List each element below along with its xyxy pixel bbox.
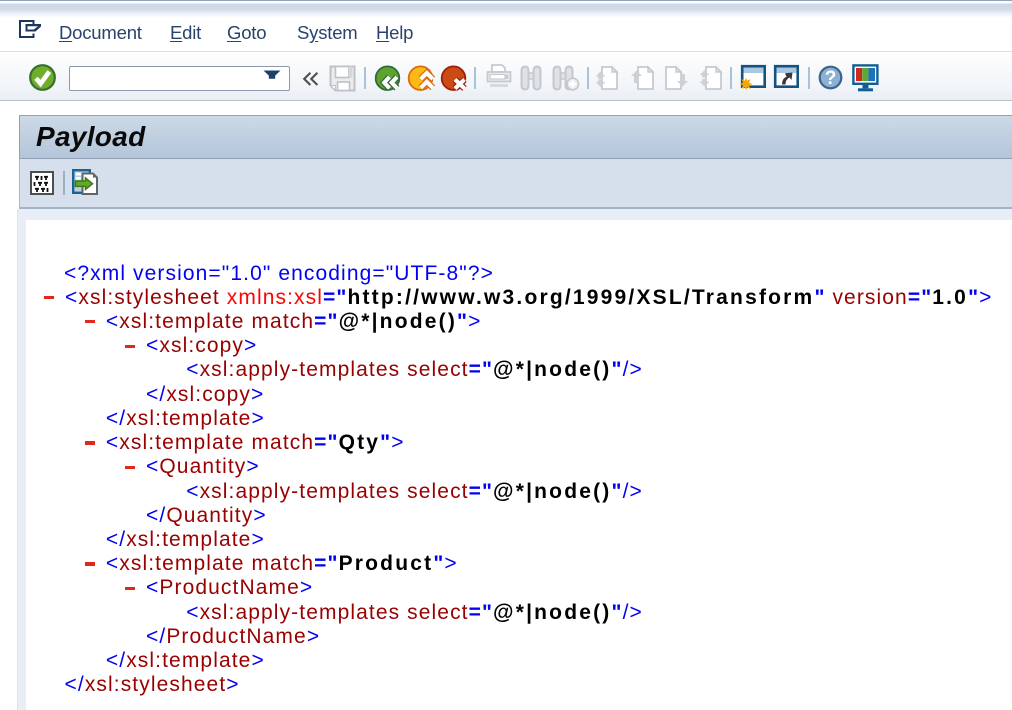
svg-text:?: ? xyxy=(825,68,837,89)
